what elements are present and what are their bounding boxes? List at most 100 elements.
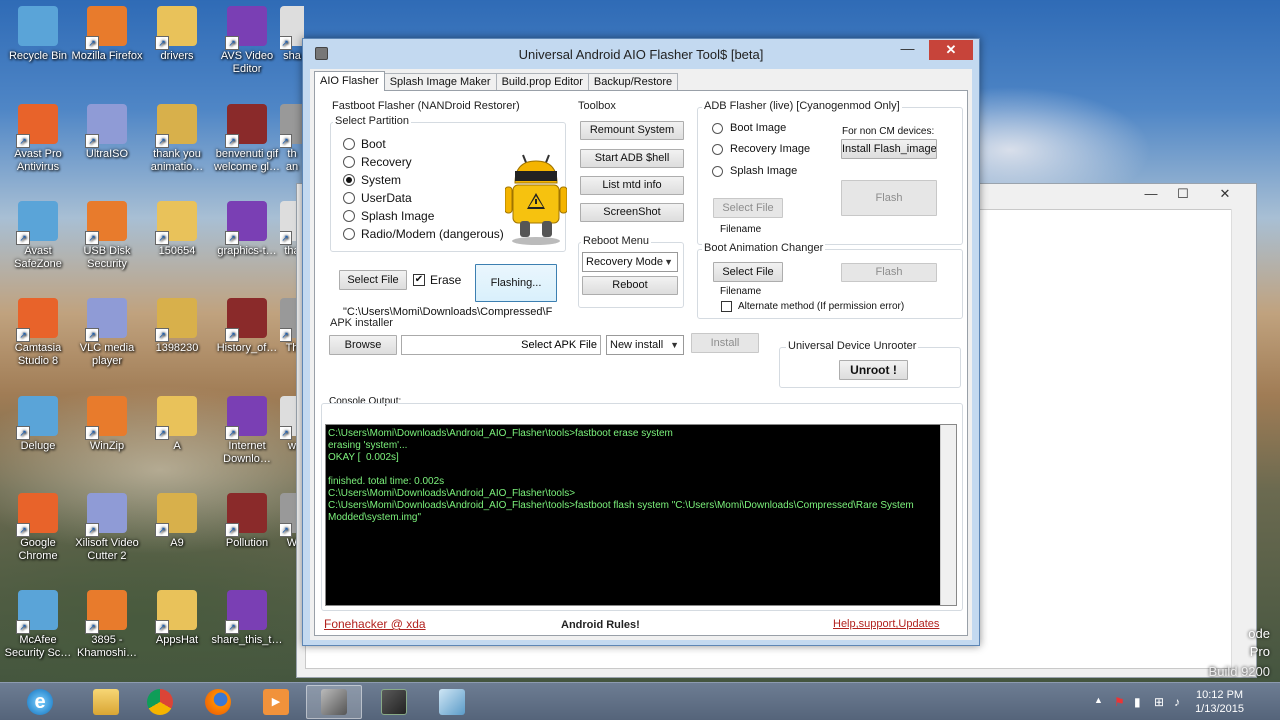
desktop-icon[interactable]: Google Chrome: [0, 493, 76, 563]
desktop-icon[interactable]: A9: [139, 493, 215, 550]
adb-boot-image[interactable]: Boot Image: [712, 122, 786, 134]
radio-userdata[interactable]: [343, 192, 355, 204]
desktop-icon[interactable]: AppsHat: [139, 590, 215, 647]
alternate-method-check[interactable]: [721, 301, 732, 312]
radio-radio-modem[interactable]: [343, 228, 355, 240]
unroot-button[interactable]: Unroot !: [839, 360, 908, 380]
firefox-taskbar[interactable]: [190, 685, 246, 719]
desktop-icon[interactable]: USB Disk Security: [69, 201, 145, 271]
radio-system[interactable]: [343, 174, 355, 186]
partition-userdata[interactable]: UserData: [343, 191, 412, 205]
alternate-method-checkbox[interactable]: Alternate method (If permission error): [721, 301, 904, 312]
radio-recovery[interactable]: [343, 156, 355, 168]
console-output[interactable]: C:\Users\Momi\Downloads\Android_AIO_Flas…: [325, 424, 957, 606]
radio-splash-image[interactable]: [343, 210, 355, 222]
desktop-icon[interactable]: sha: [280, 6, 304, 63]
radio-boot[interactable]: [343, 138, 355, 150]
tab-build-prop-editor[interactable]: Build.prop Editor: [495, 73, 589, 91]
volume-icon[interactable]: ♪: [1174, 695, 1180, 709]
desktop-icon[interactable]: Recycle Bin: [0, 6, 76, 63]
help-support-link[interactable]: Help,support,Updates: [833, 618, 939, 630]
adb-select-file-button[interactable]: Select File: [713, 198, 783, 218]
chrome-taskbar[interactable]: [132, 685, 188, 719]
desktop-icon[interactable]: McAfee Security Sc…: [0, 590, 76, 660]
partition-recovery[interactable]: Recovery: [343, 155, 412, 169]
power-icon[interactable]: ▮: [1134, 695, 1141, 709]
screenshot-button[interactable]: ScreenShot: [580, 203, 684, 222]
desktop-icon-label: drivers: [160, 50, 194, 62]
adb-recovery-image[interactable]: Recovery Image: [712, 143, 810, 155]
apk-install-button[interactable]: Install: [691, 333, 759, 353]
desktop-icon[interactable]: Mozilla Firefox: [69, 6, 145, 63]
desktop-icon[interactable]: VLC media player: [69, 298, 145, 368]
desktop-icon[interactable]: 1398230: [139, 298, 215, 355]
show-hidden-icons-icon[interactable]: ▲: [1094, 695, 1103, 705]
action-center-icon[interactable]: ⚑: [1114, 695, 1125, 709]
title-bar[interactable]: Universal Android AIO Flasher Tool$ [bet…: [303, 39, 979, 69]
desktop-icon[interactable]: Internet Downlo…: [209, 396, 285, 466]
start-adb-shell-button[interactable]: Start ADB $hell: [580, 149, 684, 168]
desktop-icon[interactable]: UltraISO: [69, 104, 145, 161]
tab-backup-restore[interactable]: Backup/Restore: [587, 73, 679, 91]
partition-system[interactable]: System: [343, 173, 401, 187]
tab-splash-image-maker[interactable]: Splash Image Maker: [383, 73, 497, 91]
desktop-icon[interactable]: Avast SafeZone: [0, 201, 76, 271]
remount-system-button[interactable]: Remount System: [580, 121, 684, 140]
erase-checkbox[interactable]: ✔ Erase: [413, 273, 461, 287]
fonehacker-link[interactable]: Fonehacker @ xda: [324, 617, 426, 631]
desktop-icon[interactable]: WinZip: [69, 396, 145, 453]
internet-explorer-taskbar[interactable]: e: [12, 685, 68, 719]
desktop-icon[interactable]: graphics-t…: [209, 201, 285, 258]
file-explorer-taskbar[interactable]: [78, 685, 134, 719]
camtasia-taskbar[interactable]: [366, 685, 422, 719]
clock[interactable]: 10:12 PM 1/13/2015: [1195, 688, 1244, 716]
radio-adb-splash-image[interactable]: [712, 165, 723, 177]
desktop-icon[interactable]: Pollution: [209, 493, 285, 550]
close-button[interactable]: ✕: [929, 40, 973, 60]
partition-boot[interactable]: Boot: [343, 137, 386, 151]
desktop-icon[interactable]: thank you animatio…: [139, 104, 215, 174]
desktop-icon[interactable]: A: [139, 396, 215, 453]
minimize-button[interactable]: —: [894, 40, 921, 60]
apk-browse-button[interactable]: Browse: [329, 335, 397, 355]
app-taskbar[interactable]: [424, 685, 480, 719]
minimize-icon[interactable]: —: [1136, 184, 1166, 204]
desktop-icon[interactable]: Avast Pro Antivirus: [0, 104, 76, 174]
reboot-mode-select[interactable]: Recovery Mode ▼: [582, 252, 678, 272]
desktop-icon[interactable]: Camtasia Studio 8: [0, 298, 76, 368]
fastboot-select-file-button[interactable]: Select File: [339, 270, 407, 290]
desktop-icon[interactable]: History_of…: [209, 298, 285, 355]
desktop-icon[interactable]: AVS Video Editor: [209, 6, 285, 76]
install-flash-image-button[interactable]: Install Flash_image: [841, 139, 937, 159]
network-icon[interactable]: ⊞: [1154, 695, 1164, 709]
list-mtd-info-button[interactable]: List mtd info: [580, 176, 684, 195]
maximize-icon[interactable]: ☐: [1168, 184, 1198, 204]
flashing-button[interactable]: Flashing...: [475, 264, 557, 302]
boot-anim-select-file-button[interactable]: Select File: [713, 262, 783, 282]
desktop-icon[interactable]: share_this_t…: [209, 590, 285, 647]
apk-file-input[interactable]: Select APK File: [401, 335, 601, 355]
console-scrollbar[interactable]: [940, 425, 956, 605]
reboot-button[interactable]: Reboot: [582, 276, 678, 295]
erase-check-icon[interactable]: ✔: [413, 274, 425, 286]
desktop-icon[interactable]: Xilisoft Video Cutter 2: [69, 493, 145, 563]
partition-radio-modem[interactable]: Radio/Modem (dangerous): [343, 227, 504, 241]
desktop-icon[interactable]: drivers: [139, 6, 215, 63]
aio-flasher-taskbar[interactable]: [306, 685, 362, 719]
radio-adb-recovery-image[interactable]: [712, 143, 723, 155]
boot-anim-flash-button[interactable]: Flash: [841, 263, 937, 282]
partition-splash-image[interactable]: Splash Image: [343, 209, 434, 223]
media-player-taskbar[interactable]: ▶: [248, 685, 304, 719]
apk-install-mode-select[interactable]: New install ▼: [606, 335, 684, 355]
desktop-icon[interactable]: benvenuti gif welcome gl…: [209, 104, 285, 174]
close-icon[interactable]: ✕: [1210, 184, 1240, 204]
radio-adb-boot-image[interactable]: [712, 122, 723, 134]
desktop-icon[interactable]: Deluge: [0, 396, 76, 453]
desktop-icon[interactable]: 3895 - Khamoshi…: [69, 590, 145, 660]
tab-aio-flasher[interactable]: AIO Flasher: [314, 71, 385, 91]
desktop-icon[interactable]: th an: [280, 104, 304, 174]
scrollbar[interactable]: [1231, 209, 1248, 669]
adb-splash-image[interactable]: Splash Image: [712, 165, 797, 177]
adb-flash-button[interactable]: Flash: [841, 180, 937, 216]
desktop-icon[interactable]: 150654: [139, 201, 215, 258]
